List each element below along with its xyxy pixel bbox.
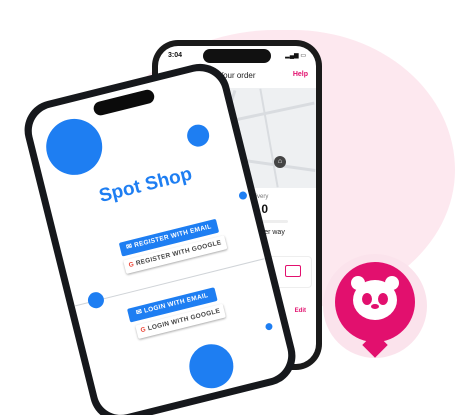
mail-icon: ✉	[135, 308, 144, 317]
mail-icon: ✉	[125, 242, 134, 252]
decorative-circle	[184, 122, 212, 149]
panda-face	[353, 280, 397, 320]
decorative-circle	[264, 322, 274, 331]
google-icon: G	[139, 326, 147, 335]
decorative-circle	[184, 339, 239, 393]
phone-notch	[203, 49, 271, 63]
panda-eye	[378, 293, 388, 305]
panda-nose	[371, 304, 379, 309]
chat-icon[interactable]	[285, 265, 301, 277]
help-link[interactable]: Help	[293, 71, 308, 78]
panda-logo-icon	[335, 262, 415, 342]
home-pin-icon: ⌂	[274, 156, 286, 168]
decorative-circle	[86, 290, 106, 310]
decorative-circle	[40, 112, 109, 181]
panda-eye	[362, 293, 372, 305]
signal-wifi-battery-icon: ▂▄▆ ▭	[285, 53, 306, 59]
status-time: 3:04	[168, 52, 183, 59]
decorative-circle	[238, 190, 248, 201]
edit-link[interactable]: Edit	[295, 308, 306, 314]
map-road	[259, 88, 279, 188]
promo-illustration: 3:04 ▂▄▆ ▭ ⌄ Your order Help ⌂ ⌂ ted tim…	[0, 0, 463, 415]
phone-notch	[92, 88, 156, 117]
google-icon: G	[127, 261, 135, 270]
